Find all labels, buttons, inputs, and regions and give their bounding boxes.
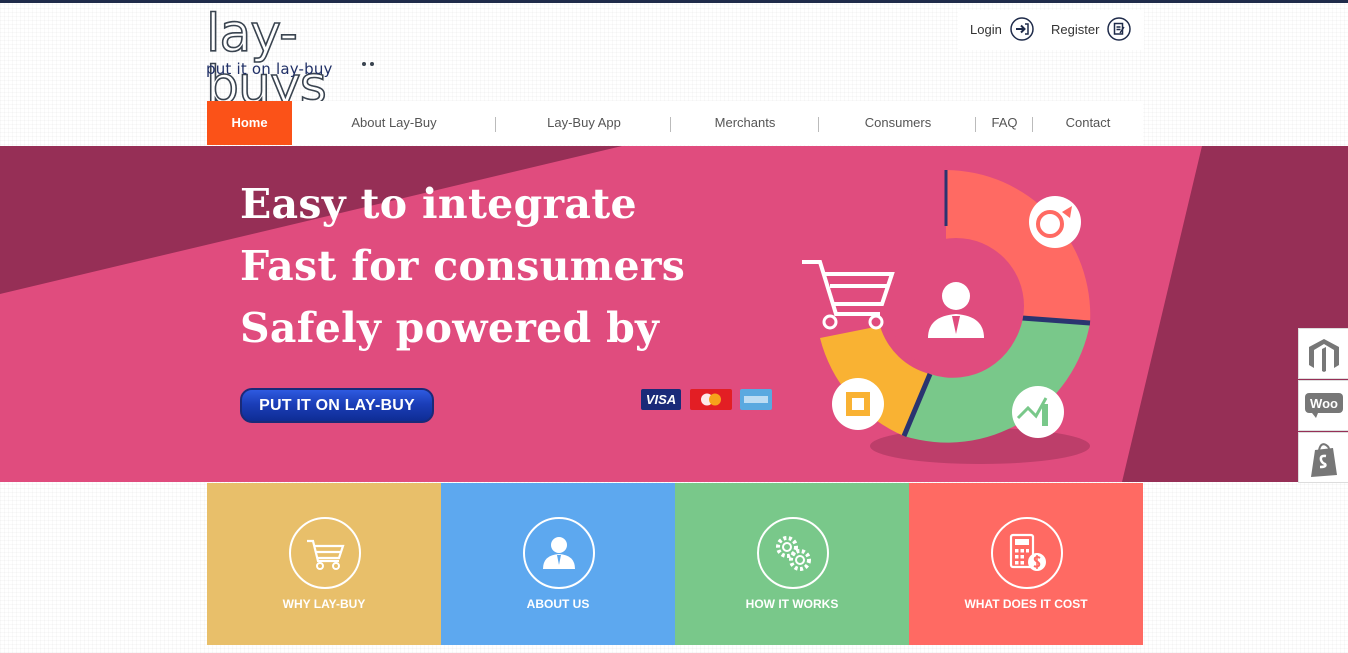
amex-icon xyxy=(744,396,768,403)
nav-consumers[interactable]: Consumers xyxy=(847,101,949,145)
main-nav: Home About Lay-Buy Lay-Buy App Merchants… xyxy=(207,101,1143,145)
nav-divider xyxy=(818,117,819,132)
person-icon xyxy=(543,537,575,569)
nav-merchants[interactable]: Merchants xyxy=(685,101,805,145)
register-icon xyxy=(1107,17,1132,41)
payment-donut-illustration xyxy=(802,170,1091,464)
logo-tagline: put it on lay-buy xyxy=(206,60,333,78)
hero-background xyxy=(0,146,1348,482)
register-label: Register xyxy=(1051,21,1100,37)
hero-headline-2: Fast for consumers xyxy=(240,242,686,290)
tile-why-lay-buy[interactable]: WHY LAY-BUY xyxy=(207,483,441,645)
tile-label: WHY LAY-BUY xyxy=(282,597,366,611)
shopify-icon xyxy=(1310,443,1337,477)
hero-banner: Easy to integrate Fast for consumers Saf… xyxy=(0,146,1348,482)
login-icon xyxy=(1010,17,1034,41)
nav-divider xyxy=(975,117,976,132)
tile-how-it-works[interactable]: HOW IT WORKS xyxy=(675,483,909,645)
nav-divider xyxy=(495,117,496,132)
shopify-badge[interactable] xyxy=(1298,432,1348,483)
login-label: Login xyxy=(970,21,1002,37)
tile-label: HOW IT WORKS xyxy=(745,597,839,611)
tile-label: WHAT DOES IT COST xyxy=(964,597,1088,611)
logo-cart-icon xyxy=(362,62,374,66)
calculator-dollar-icon xyxy=(1009,533,1046,571)
register-link[interactable]: Register xyxy=(1051,16,1132,42)
woo-icon: Woo xyxy=(1304,393,1343,418)
nav-faq[interactable]: FAQ xyxy=(984,101,1025,145)
woocommerce-badge[interactable]: Woo xyxy=(1298,380,1348,431)
put-it-on-lay-buy-button[interactable]: PUT IT ON LAY-BUY xyxy=(240,388,434,423)
magento-icon xyxy=(1308,339,1339,372)
site-logo[interactable]: lay-buys put it on lay-buy xyxy=(205,7,416,113)
woo-badge-text: Woo xyxy=(1310,396,1338,411)
gears-icon xyxy=(776,536,811,571)
nav-about-lay-buy[interactable]: About Lay-Buy xyxy=(324,101,464,145)
shopping-cart-icon xyxy=(307,539,345,570)
nav-contact[interactable]: Contact xyxy=(1047,101,1129,145)
tile-label: ABOUT US xyxy=(526,597,590,611)
tile-what-does-it-cost[interactable]: WHAT DOES IT COST xyxy=(909,483,1143,645)
nav-lay-buy-app[interactable]: Lay-Buy App xyxy=(514,101,654,145)
tile-icon-circle xyxy=(289,517,361,589)
mastercard-logo xyxy=(690,389,732,410)
auth-links: Login Register xyxy=(958,10,1144,50)
amex-logo xyxy=(740,389,772,410)
nav-home[interactable]: Home xyxy=(207,101,292,145)
nav-divider xyxy=(1032,117,1033,132)
tile-about-us[interactable]: ABOUT US xyxy=(441,483,675,645)
tile-icon-circle xyxy=(991,517,1063,589)
tile-icon-circle xyxy=(523,517,595,589)
tile-icon-circle xyxy=(757,517,829,589)
hero-headline-1: Easy to integrate xyxy=(240,180,637,228)
nav-divider xyxy=(670,117,671,132)
hero-headline-3: Safely powered by xyxy=(240,304,660,352)
visa-logo: VISA xyxy=(641,389,681,410)
top-accent-bar xyxy=(0,0,1348,3)
login-link[interactable]: Login xyxy=(970,16,1034,42)
magento-badge[interactable] xyxy=(1298,328,1348,379)
mastercard-icon xyxy=(701,393,721,406)
